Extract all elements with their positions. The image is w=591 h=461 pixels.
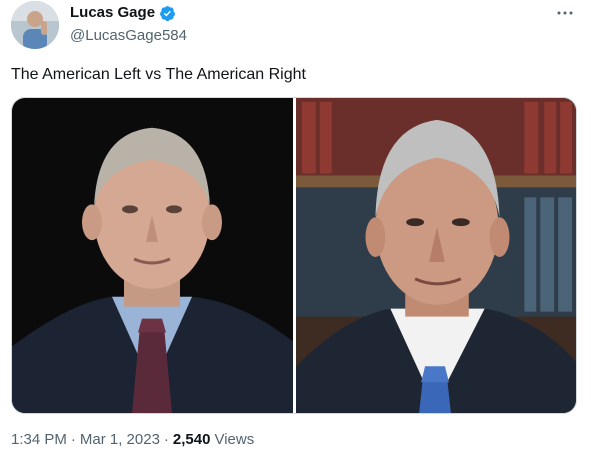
verified-badge-icon[interactable] xyxy=(159,5,176,22)
more-dots-icon[interactable] xyxy=(552,4,578,22)
meta-separator: · xyxy=(70,431,76,448)
author-name[interactable]: Lucas Gage xyxy=(70,4,155,22)
right-photo[interactable] xyxy=(296,98,576,413)
tweet-time[interactable]: 1:34 PM xyxy=(11,430,67,450)
left-photo-image xyxy=(12,98,293,413)
right-photo-image xyxy=(296,98,576,413)
left-photo[interactable] xyxy=(12,98,293,413)
media-grid[interactable] xyxy=(11,97,577,414)
tweet-date[interactable]: Mar 1, 2023 xyxy=(80,430,160,450)
avatar-image xyxy=(11,1,59,49)
tweet-text: The American Left vs The American Right xyxy=(11,66,306,83)
author-name-row: Lucas Gage xyxy=(70,4,187,22)
avatar[interactable] xyxy=(11,1,59,49)
author-handle[interactable]: @LucasGage584 xyxy=(70,27,187,45)
views-label: Views xyxy=(214,431,255,448)
meta-separator-2: · xyxy=(163,431,169,448)
author-block: Lucas Gage @LucasGage584 xyxy=(70,4,187,45)
tweet-meta: 1:34 PM · Mar 1, 2023 · 2,540 Views xyxy=(11,430,254,450)
views-count[interactable]: 2,540 xyxy=(173,430,211,450)
